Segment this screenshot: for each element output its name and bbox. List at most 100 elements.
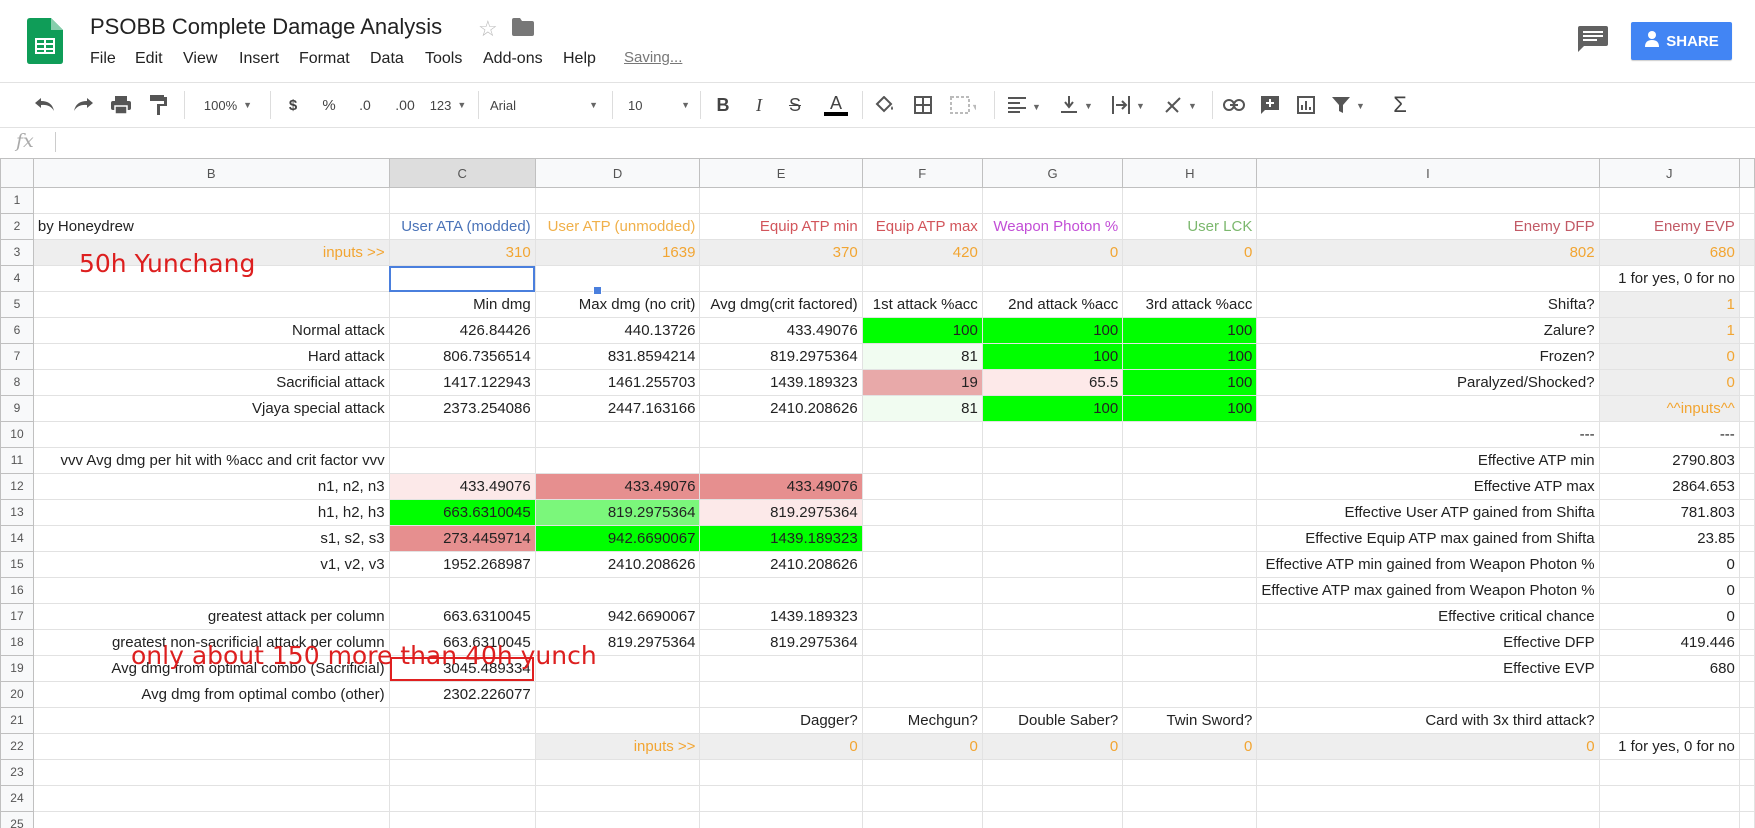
cell[interactable] (1122, 551, 1258, 578)
formula-input[interactable] (64, 132, 1744, 152)
cell[interactable] (1738, 603, 1755, 630)
cell[interactable]: 1st attack %acc (861, 291, 983, 318)
cell[interactable] (1738, 473, 1755, 500)
cell[interactable] (1256, 785, 1600, 812)
cell[interactable] (1598, 759, 1740, 786)
row-header[interactable]: 6 (0, 317, 34, 344)
cell[interactable]: --- (1598, 421, 1740, 448)
cell[interactable]: 0 (861, 733, 983, 760)
col-header-j[interactable]: J (1598, 158, 1740, 188)
row-header[interactable]: 13 (0, 499, 34, 526)
cell[interactable]: 0 (1598, 343, 1740, 370)
cell[interactable]: 426.84426 (388, 317, 536, 344)
cell[interactable] (534, 447, 701, 474)
row-header[interactable]: 1 (0, 187, 34, 214)
cell[interactable]: 65.5 (981, 369, 1124, 396)
folder-icon[interactable] (512, 18, 534, 41)
cell[interactable] (1256, 395, 1600, 422)
print-icon[interactable] (108, 91, 134, 119)
cell[interactable] (1256, 759, 1600, 786)
cell[interactable] (699, 187, 863, 214)
col-header-b[interactable]: B (32, 158, 390, 188)
col-header-k[interactable] (1738, 158, 1755, 188)
cell[interactable] (981, 629, 1124, 656)
cell[interactable] (1738, 343, 1755, 370)
cell[interactable] (1122, 421, 1258, 448)
cell[interactable] (861, 811, 983, 828)
cell[interactable]: 420 (861, 239, 983, 266)
star-icon[interactable]: ☆ (478, 16, 498, 42)
cell[interactable]: 370 (699, 239, 863, 266)
cell[interactable]: 81 (861, 343, 983, 370)
cell[interactable] (388, 447, 536, 474)
fill-color-icon[interactable] (872, 91, 898, 119)
cell[interactable]: 819.2975364 (534, 499, 701, 526)
cell[interactable] (388, 577, 536, 604)
redo-icon[interactable] (70, 91, 96, 119)
col-header-d[interactable]: D (534, 158, 701, 188)
cell[interactable] (1738, 421, 1755, 448)
cell[interactable] (534, 187, 701, 214)
cell[interactable] (534, 785, 701, 812)
functions-icon[interactable]: Σ (1386, 91, 1414, 119)
cell[interactable] (1122, 603, 1258, 630)
cell[interactable] (981, 655, 1124, 682)
cell[interactable]: 100 (981, 395, 1124, 422)
cell[interactable]: 100 (1122, 343, 1258, 370)
cell[interactable]: 433.49076 (699, 317, 863, 344)
text-rotation-icon[interactable]: ▼ (1160, 91, 1200, 119)
cell[interactable]: Double Saber? (981, 707, 1124, 734)
share-button[interactable]: SHARE (1631, 22, 1732, 60)
menu-help[interactable]: Help (563, 50, 596, 68)
cell[interactable]: 433.49076 (699, 473, 863, 500)
cell[interactable]: 0 (1256, 733, 1600, 760)
cell[interactable]: 1417.122943 (388, 369, 536, 396)
cell[interactable]: Zalure? (1256, 317, 1600, 344)
cell[interactable] (1738, 317, 1755, 344)
cell[interactable]: Effective Equip ATP max gained from Shif… (1256, 525, 1600, 552)
col-header-f[interactable]: F (861, 158, 983, 188)
row-header[interactable]: 5 (0, 291, 34, 318)
cell[interactable] (981, 603, 1124, 630)
cell[interactable] (1598, 707, 1740, 734)
paint-format-icon[interactable] (146, 91, 172, 119)
cell[interactable] (861, 473, 983, 500)
cell[interactable] (861, 551, 983, 578)
cell[interactable]: 1639 (534, 239, 701, 266)
cell[interactable] (388, 811, 536, 828)
cell[interactable] (32, 291, 390, 318)
cell[interactable] (1738, 525, 1755, 552)
insert-link-icon[interactable] (1220, 91, 1248, 119)
row-header[interactable]: 20 (0, 681, 34, 708)
cell[interactable]: 273.4459714 (388, 525, 536, 552)
cell[interactable]: 802 (1256, 239, 1600, 266)
cell[interactable] (32, 421, 390, 448)
cell[interactable]: Min dmg (388, 291, 536, 318)
currency-button[interactable]: $ (282, 91, 304, 119)
cell[interactable]: 2790.803 (1598, 447, 1740, 474)
cell[interactable]: 23.85 (1598, 525, 1740, 552)
cell[interactable]: greatest attack per column (32, 603, 390, 630)
cell[interactable]: 663.6310045 (388, 499, 536, 526)
cell[interactable]: User ATA (modded) (388, 213, 536, 240)
cell[interactable] (861, 785, 983, 812)
cell[interactable] (699, 447, 863, 474)
cell[interactable] (1738, 733, 1755, 760)
cell[interactable]: User ATP (unmodded) (534, 213, 701, 240)
cell[interactable]: h1, h2, h3 (32, 499, 390, 526)
cell[interactable]: Shifta? (1256, 291, 1600, 318)
cell[interactable] (699, 655, 863, 682)
cell[interactable]: Hard attack (32, 343, 390, 370)
cell[interactable] (1598, 681, 1740, 708)
cell[interactable] (1256, 681, 1600, 708)
cell[interactable] (534, 707, 701, 734)
cell[interactable] (32, 577, 390, 604)
cell[interactable] (861, 525, 983, 552)
cell[interactable] (388, 421, 536, 448)
cell[interactable]: Normal attack (32, 317, 390, 344)
strikethrough-button[interactable]: S (784, 91, 806, 119)
cell[interactable] (1738, 629, 1755, 656)
cell[interactable] (861, 447, 983, 474)
cell[interactable]: 831.8594214 (534, 343, 701, 370)
cell[interactable] (861, 265, 983, 292)
